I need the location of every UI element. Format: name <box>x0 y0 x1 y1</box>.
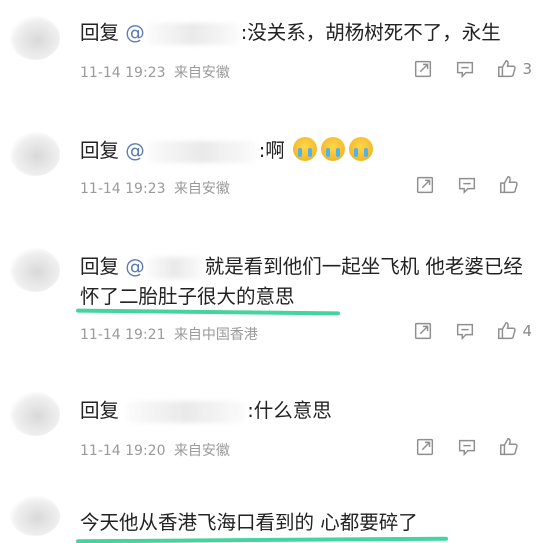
like-button[interactable] <box>498 174 524 196</box>
comment-meta: 11-14 19:23 来自安徽 <box>80 62 230 82</box>
comment-button[interactable] <box>456 174 478 196</box>
share-icon <box>415 60 432 78</box>
comment-button[interactable] <box>454 58 476 80</box>
comment-icon <box>457 61 474 79</box>
comment-source: 来自安徽 <box>173 65 230 81</box>
share-icon <box>416 176 434 194</box>
comment-icon <box>458 177 476 195</box>
comment-icon <box>457 323 474 341</box>
comment-meta: 11-14 19:23 来自安徽 <box>80 178 230 198</box>
redacted-username <box>146 256 203 279</box>
like-count: 3 <box>522 60 532 78</box>
like-button[interactable]: 4 <box>496 320 532 342</box>
share-button[interactable] <box>414 174 436 196</box>
comment-body: :什么意思 <box>247 399 332 422</box>
comment-icon <box>458 439 476 457</box>
comment-body: 今天他从香港飞海口看到的 心都要碎了 <box>80 511 418 534</box>
avatar[interactable] <box>10 496 60 536</box>
reply-label: 回复 <box>80 139 120 162</box>
comment-source: 来自中国香港 <box>173 327 258 343</box>
comment-actions: 4 <box>392 320 532 342</box>
mention-link[interactable]: @ <box>125 21 145 44</box>
comment-time: 11-14 19:23 <box>80 181 166 197</box>
comment-text: 今天他从香港飞海口看到的 心都要碎了 <box>80 508 418 538</box>
highlight-underline <box>75 308 341 316</box>
comment-source: 来自安徽 <box>173 181 230 197</box>
comment-body-continued: 怀了二胎肚子很大的意思 <box>80 285 295 308</box>
comment-actions <box>394 174 532 196</box>
comment-time: 11-14 19:21 <box>80 327 166 343</box>
comment-text: 回复 :什么意思 <box>80 396 332 426</box>
crying-emoji-icon <box>293 137 317 161</box>
comment-text: 回复 @ :没关系，胡杨树死不了，永生 <box>80 18 501 48</box>
share-button[interactable] <box>412 58 434 80</box>
reply-label: 回复 <box>80 21 120 44</box>
thumbs-up-icon <box>498 60 517 78</box>
thumbs-up-icon <box>500 438 518 456</box>
comment-text: 回复 @ :啊 <box>80 136 375 166</box>
like-button[interactable]: 3 <box>496 58 532 80</box>
redacted-username <box>146 140 257 163</box>
avatar[interactable] <box>10 16 60 60</box>
avatar[interactable] <box>10 132 60 176</box>
mention-link[interactable]: @ <box>125 255 145 278</box>
redacted-username <box>127 400 246 423</box>
comment-actions <box>394 436 532 458</box>
comment-time: 11-14 19:20 <box>80 443 166 459</box>
comment-text-line2: 怀了二胎肚子很大的意思 <box>80 282 295 312</box>
comment-meta: 11-14 19:21 来自中国香港 <box>80 324 258 344</box>
like-button[interactable] <box>498 436 524 458</box>
avatar[interactable] <box>10 248 60 292</box>
like-count: 4 <box>522 322 532 340</box>
redacted-username <box>146 22 239 45</box>
comment-source: 来自安徽 <box>173 443 230 459</box>
thumbs-up-icon <box>500 176 518 194</box>
reply-label: 回复 <box>80 399 120 422</box>
crying-emoji-icon <box>321 137 345 161</box>
share-icon <box>415 322 432 340</box>
share-button[interactable] <box>414 436 436 458</box>
comment-time: 11-14 19:23 <box>80 65 166 81</box>
comment-body: 就是看到他们一起坐飞机 他老婆已经 <box>204 255 523 278</box>
crying-emoji-icon <box>349 137 373 161</box>
comment-button[interactable] <box>454 320 476 342</box>
comment-body: :没关系，胡杨树死不了，永生 <box>240 21 501 44</box>
thumbs-up-icon <box>498 322 517 340</box>
avatar[interactable] <box>10 392 60 436</box>
comment-button[interactable] <box>456 436 478 458</box>
comment-text: 回复 @ 就是看到他们一起坐飞机 他老婆已经 <box>80 252 523 282</box>
reply-label: 回复 <box>80 255 120 278</box>
comment-meta: 11-14 19:20 来自安徽 <box>80 440 230 460</box>
share-icon <box>416 438 434 456</box>
comment-actions: 3 <box>392 58 532 80</box>
comment-body: :啊 <box>258 139 285 162</box>
share-button[interactable] <box>412 320 434 342</box>
mention-link[interactable]: @ <box>125 139 145 162</box>
